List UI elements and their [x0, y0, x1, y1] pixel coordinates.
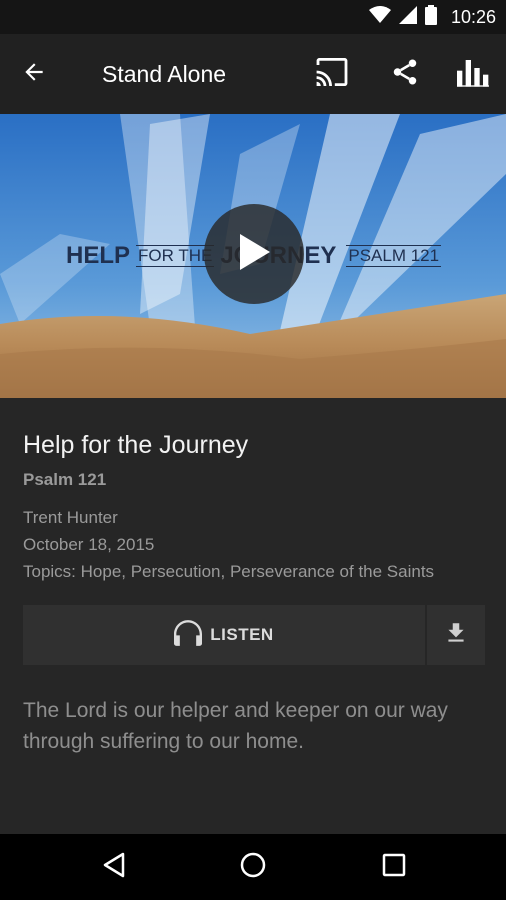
- equalizer-icon: [457, 57, 489, 92]
- status-time: 10:26: [450, 6, 496, 27]
- sermon-details: Help for the Journey Psalm 121 Trent Hun…: [23, 428, 485, 585]
- artwork-for-the-text: FOR THE: [136, 245, 215, 267]
- cast-icon: [315, 57, 349, 91]
- arrow-back-icon: [21, 59, 47, 90]
- share-icon: [390, 56, 420, 93]
- play-icon: [236, 232, 272, 277]
- share-button[interactable]: [383, 52, 427, 96]
- sermon-date: October 18, 2015: [23, 535, 155, 554]
- cast-button[interactable]: [310, 52, 354, 96]
- artwork-help-text: HELP: [66, 242, 131, 269]
- battery-icon: [424, 4, 437, 30]
- wifi-icon: [368, 5, 391, 29]
- system-nav-bar: [0, 834, 506, 900]
- nav-back-button[interactable]: [94, 847, 134, 887]
- status-icons: 10:26: [368, 0, 496, 34]
- listen-button[interactable]: LISTEN: [23, 605, 425, 665]
- headphones-icon: [174, 619, 203, 651]
- nav-recents-button[interactable]: [374, 847, 414, 887]
- listen-row: LISTEN: [23, 605, 485, 665]
- back-triangle-icon: [101, 851, 127, 884]
- play-button[interactable]: [204, 204, 304, 304]
- app-bar: Stand Alone: [0, 34, 506, 114]
- back-button[interactable]: [14, 54, 54, 94]
- download-button[interactable]: [427, 605, 485, 665]
- artwork-psalm-text: PSALM 121: [346, 245, 442, 267]
- sermon-description: The Lord is our helper and keeper on our…: [23, 699, 448, 753]
- stats-button[interactable]: [451, 52, 495, 96]
- speaker-name[interactable]: Trent Hunter: [23, 504, 485, 531]
- listen-label: LISTEN: [210, 625, 274, 644]
- app-title: Stand Alone: [102, 61, 227, 87]
- download-icon: [443, 620, 469, 651]
- recents-square-icon: [382, 853, 406, 882]
- cell-signal-icon: [398, 5, 417, 29]
- nav-home-button[interactable]: [233, 847, 273, 887]
- sermon-title: Help for the Journey: [23, 431, 249, 459]
- home-circle-icon: [239, 851, 267, 884]
- scripture-reference[interactable]: Psalm 121: [23, 468, 485, 492]
- status-bar: 10:26: [0, 0, 506, 34]
- sermon-artwork[interactable]: HELP FOR THE JOURNEY PSALM 121: [0, 114, 506, 398]
- sermon-topics[interactable]: Topics: Hope, Persecution, Perseverance …: [23, 558, 485, 585]
